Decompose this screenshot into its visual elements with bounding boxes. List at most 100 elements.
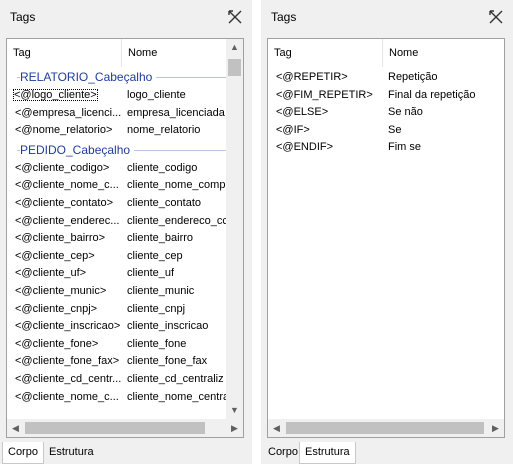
- tag-list[interactable]: Tag Nome RELATORIO_Cabeçalho <@logo_clien…: [6, 38, 244, 438]
- column-header-tag[interactable]: Tag: [7, 39, 122, 67]
- tab-corpo[interactable]: Corpo: [263, 442, 303, 464]
- nome-cell: cliente_nome_centra: [127, 390, 227, 403]
- tag-cell: <@ENDIF>: [276, 141, 334, 154]
- tags-panel-right: Tags Tag Nome <@REPETIR> Repetição <@FIM_R…: [261, 0, 513, 464]
- panel-titlebar: Tags: [261, 0, 513, 34]
- chevron-left-icon[interactable]: ◀: [7, 419, 24, 437]
- tag-cell: <@empresa_licenci...: [15, 106, 122, 119]
- list-item[interactable]: <@cliente_fone> cliente_fone: [7, 336, 243, 354]
- tag-cell: <@cliente_fone_fax>: [15, 355, 120, 368]
- chevron-down-icon[interactable]: ▼: [226, 402, 243, 419]
- horizontal-scrollbar[interactable]: ◀ ▶: [268, 419, 504, 437]
- tag-cell: <@IF>: [276, 123, 310, 136]
- list-item[interactable]: <@cliente_cd_centr... cliente_cd_centrali…: [7, 371, 243, 389]
- nome-cell: Final da repetição: [388, 88, 476, 101]
- nome-cell: cliente_cd_centraliz: [127, 372, 224, 385]
- nome-cell: nome_relatorio: [127, 124, 201, 137]
- tag-cell: <@cliente_cep>: [15, 249, 95, 262]
- nome-cell: logo_cliente: [127, 89, 186, 101]
- vertical-scrollbar[interactable]: ▲ ▼: [226, 39, 243, 419]
- list-item[interactable]: <@cliente_contato> cliente_contato: [7, 195, 243, 213]
- tag-cell: <@cliente_nome_c...: [15, 390, 119, 403]
- list-item[interactable]: <@FIM_REPETIR> Final da repetição: [268, 87, 504, 105]
- scroll-thumb[interactable]: [286, 422, 484, 434]
- tag-cell: <@cliente_inscricao>: [15, 320, 121, 333]
- tag-cell: <@logo_cliente>: [13, 87, 121, 105]
- list-item[interactable]: <@ENDIF> Fim se: [268, 139, 504, 157]
- list-item[interactable]: <@nome_relatorio> nome_relatorio: [7, 122, 243, 140]
- tag-cell: <@cliente_bairro>: [15, 232, 106, 245]
- tag-list[interactable]: Tag Nome <@REPETIR> Repetição <@FIM_REPETI…: [267, 38, 505, 438]
- nome-cell: cliente_uf: [127, 267, 175, 280]
- nome-cell: cliente_endereco_cc: [127, 214, 227, 227]
- list-item[interactable]: <@logo_cliente> logo_cliente: [7, 87, 243, 105]
- chevron-up-icon[interactable]: ▲: [226, 39, 243, 56]
- group-label: PEDIDO_Cabeçalho: [20, 139, 135, 160]
- tab-estrutura[interactable]: Estrutura: [299, 442, 356, 464]
- nome-cell: empresa_licenciada: [127, 106, 225, 119]
- nome-cell: cliente_bairro: [127, 232, 194, 245]
- bottom-tabs: Corpo Estrutura: [0, 442, 252, 464]
- column-header-nome[interactable]: Nome: [383, 39, 493, 67]
- chevron-left-icon[interactable]: ◀: [268, 419, 285, 437]
- list-item[interactable]: <@cliente_cep> cliente_cep: [7, 248, 243, 266]
- nome-cell: cliente_fone_fax: [127, 355, 208, 368]
- tag-cell: <@cliente_enderec...: [15, 214, 120, 227]
- nome-cell: Se não: [388, 106, 423, 119]
- nome-cell: cliente_contato: [127, 196, 201, 209]
- list-item[interactable]: <@cliente_nome_c... cliente_nome_compl: [7, 177, 243, 195]
- nome-cell: cliente_cep: [127, 249, 183, 262]
- list-item[interactable]: <@ELSE> Se não: [268, 104, 504, 122]
- tab-estrutura[interactable]: Estrutura: [44, 442, 99, 464]
- nome-cell: cliente_inscricao: [127, 320, 209, 333]
- tag-cell: <@cliente_codigo>: [15, 161, 110, 174]
- list-item[interactable]: <@cliente_bairro> cliente_bairro: [7, 230, 243, 248]
- tag-cell: <@FIM_REPETIR>: [276, 88, 373, 101]
- list-item[interactable]: <@cliente_nome_c... cliente_nome_centra: [7, 389, 243, 407]
- bottom-tabs: Corpo Estrutura: [261, 442, 513, 464]
- tag-cell: <@REPETIR>: [276, 71, 348, 83]
- list-item[interactable]: <@cliente_munic> cliente_munic: [7, 283, 243, 301]
- close-icon[interactable]: [489, 10, 503, 24]
- list-rows: <@REPETIR> Repetição <@FIM_REPETIR> Final d…: [268, 69, 504, 437]
- tag-cell: <@cliente_munic>: [15, 284, 107, 297]
- list-item[interactable]: <@cliente_codigo> cliente_codigo: [7, 160, 243, 178]
- scroll-thumb[interactable]: [25, 422, 205, 434]
- tag-cell: <@cliente_cd_centr...: [15, 372, 122, 385]
- list-item[interactable]: <@empresa_licenci... empresa_licenciada: [7, 105, 243, 123]
- list-rows: RELATORIO_Cabeçalho <@logo_cliente> logo_c…: [7, 67, 243, 437]
- tag-cell: <@cliente_contato>: [15, 196, 114, 209]
- nome-cell: cliente_nome_compl: [127, 179, 227, 192]
- nome-cell: Se: [388, 123, 402, 136]
- group-label: RELATORIO_Cabeçalho: [20, 67, 157, 87]
- list-item[interactable]: <@cliente_inscricao> cliente_inscricao: [7, 318, 243, 336]
- nome-cell: cliente_cnpj: [127, 302, 186, 315]
- list-item[interactable]: <@cliente_cnpj> cliente_cnpj: [7, 301, 243, 319]
- tag-cell: <@cliente_nome_c...: [15, 179, 119, 192]
- tag-cell: <@nome_relatorio>: [15, 124, 113, 137]
- tag-cell: <@cliente_cnpj>: [15, 302, 98, 315]
- close-icon[interactable]: [228, 10, 242, 24]
- list-item[interactable]: <@IF> Se: [268, 122, 504, 140]
- nome-cell: cliente_fone: [127, 337, 187, 350]
- list-item[interactable]: <@cliente_enderec... cliente_endereco_cc: [7, 213, 243, 231]
- panel-titlebar: Tags: [0, 0, 252, 34]
- chevron-right-icon[interactable]: ▶: [226, 419, 243, 437]
- column-header-tag[interactable]: Tag: [268, 39, 383, 67]
- horizontal-scrollbar[interactable]: ◀ ▶: [7, 419, 243, 437]
- group-header[interactable]: RELATORIO_Cabeçalho: [7, 67, 243, 87]
- tag-cell: <@cliente_uf>: [15, 267, 87, 280]
- panel-gap: [252, 0, 261, 464]
- column-header-nome[interactable]: Nome: [122, 39, 232, 67]
- list-item[interactable]: <@cliente_uf> cliente_uf: [7, 265, 243, 283]
- list-header: Tag Nome: [268, 39, 504, 67]
- scroll-thumb[interactable]: [228, 59, 241, 76]
- nome-cell: cliente_munic: [127, 284, 195, 297]
- focused-tag: <@logo_cliente>: [13, 89, 98, 101]
- panel-title: Tags: [271, 10, 297, 24]
- list-item[interactable]: <@cliente_fone_fax> cliente_fone_fax: [7, 353, 243, 371]
- list-item[interactable]: <@REPETIR> Repetição: [268, 69, 504, 87]
- tab-corpo[interactable]: Corpo: [2, 442, 44, 464]
- chevron-right-icon[interactable]: ▶: [487, 419, 504, 437]
- group-header[interactable]: PEDIDO_Cabeçalho: [7, 139, 243, 160]
